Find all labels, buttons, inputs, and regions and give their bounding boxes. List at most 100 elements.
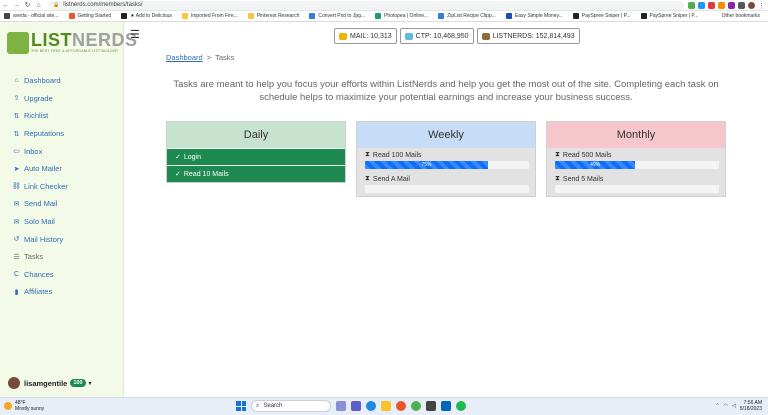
sidebar-item-send-mail[interactable]: ✉ Send Mail [12,195,68,213]
bookmark-label: Getting Started [77,13,112,19]
avatar [8,377,20,389]
windows-taskbar: 48°F Mostly sunny ⌕ Search ⌃ ◠ ◁ 7:56 AM… [0,397,768,415]
bookmark-icon [247,13,254,19]
caret-down-icon[interactable]: ▾ [89,380,92,387]
profile-icon[interactable] [748,1,755,9]
stat-badge[interactable]: LISTNERDS: 152,814,493 [476,28,580,44]
file-explorer-icon[interactable] [381,401,391,411]
extension-icon[interactable] [718,1,725,9]
hourglass-icon: ⧗ [555,151,560,158]
taskbar-search[interactable]: ⌕ Search [251,400,331,412]
bookmark-icon [505,13,512,19]
taskbar-apps: ⌕ Search [236,400,466,412]
chevron-up-icon[interactable]: ⌃ [715,403,719,409]
sun-icon [4,402,12,410]
panel-title: Daily [167,122,345,148]
sidebar-item-upgrade[interactable]: ⇪ Upgrade [12,90,68,108]
listnerds-logo[interactable]: LISTNERDS THE BEST FREE & AFFORDABLE LIS… [7,30,137,56]
bookmark-item[interactable]: Imported From Fire... [181,13,238,19]
taskbar-search-placeholder: Search [263,403,283,409]
reload-icon[interactable]: ↻ [22,1,33,9]
home-icon: ⌂ [14,77,19,85]
windows-start-icon[interactable] [236,401,246,411]
extension-icon[interactable] [688,1,695,9]
task-label: Login [183,153,202,161]
sidebar-item-richlist[interactable]: ⇅ Richlist [12,107,68,125]
bookmark-item[interactable]: ZipList Recipe Clipp... [438,13,496,19]
user-name: lisamgentile [24,378,68,388]
weather-widget[interactable]: 48°F Mostly sunny [4,400,44,412]
bookmark-item[interactable]: Getting Started [68,13,112,19]
wifi-icon[interactable]: ◠ [724,403,728,409]
system-tray: ⌃ ◠ ◁ 7:56 AM 5/18/2023 [715,400,762,412]
sidebar-item-auto-mailer[interactable]: ➤ Auto Mailer [12,160,68,178]
spotify-icon[interactable] [456,401,466,411]
extension-icon[interactable] [698,1,705,9]
puzzle-icon[interactable] [738,1,745,9]
check-icon: ✓ [175,171,181,178]
task-label: Read 10 Mails [183,170,229,178]
user-menu[interactable]: lisamgentile 100 ▾ [8,377,92,389]
sidebar-item-solo-mail[interactable]: ✉ Solo Mail [12,213,68,231]
bookmark-icon [68,13,75,19]
sidebar-item-label: Auto Mailer [24,164,62,174]
store-icon[interactable] [426,401,436,411]
sidebar-item-label: Reputations [24,129,65,139]
weather-desc: Mostly sunny [15,406,45,412]
lock-icon: 🔒 [53,2,60,8]
sidebar-item-mail-history[interactable]: ↺ Mail History [12,230,68,248]
firefox-icon[interactable] [396,401,406,411]
sidebar-item-label: Inbox [24,146,43,156]
sidebar-item-label: Send Mail [24,199,58,209]
sidebar-item-inbox[interactable]: ▭ Inbox [12,142,68,160]
home-browser-icon[interactable]: ⌂ [33,2,44,9]
user-level-badge: 100 [70,379,86,387]
taskview-icon[interactable] [336,401,346,411]
breadcrumb-dashboard-link[interactable]: Dashboard [166,53,203,62]
hamburger-menu-icon[interactable]: ☰ [130,28,140,41]
url-field[interactable]: 🔒 listnerds.com/members/tasks/ [48,0,684,10]
sidebar-item-dashboard[interactable]: ⌂ Dashboard [12,72,68,90]
task-item: ⧗ Send A Mail [357,172,535,196]
clock[interactable]: 7:56 AM 5/18/2023 [740,400,762,412]
stat-badge[interactable]: CTP: 10,468,950 [399,28,474,44]
sidebar-item-label: Dashboard [24,76,61,86]
sidebar-item-reputations[interactable]: ⇅ Reputations [12,125,68,143]
bookmark-item[interactable]: Convert Pxd to Jpg... [309,13,365,19]
bookmark-item[interactable]: Pinterest Research [247,13,299,19]
other-bookmarks[interactable]: Other bookmarks [722,13,760,19]
stat-badge[interactable]: MAIL: 10,313 [334,28,397,44]
bookmark-item[interactable]: PaySpree Sniper | P... [640,13,698,19]
extension-icon[interactable] [708,1,715,9]
volume-icon[interactable]: ◁ [732,403,736,409]
coin-icon [339,32,347,40]
sidebar-item-label: Richlist [24,111,49,121]
bookmark-item[interactable]: Easy Simple Money... [505,13,563,19]
mail-app-icon[interactable] [441,401,451,411]
extension-icon[interactable] [728,1,735,9]
check-icon: ✓ [175,154,181,161]
hourglass-icon: ⧗ [365,175,370,182]
more-menu-icon[interactable]: ⋮ [758,2,765,10]
sidebar-item-tasks[interactable]: ☰ Tasks [12,248,68,266]
edge-icon[interactable] [366,401,376,411]
task-item: ✓ Login [167,148,345,165]
chrome-icon[interactable] [411,401,421,411]
extension-icons: ⋮ [688,1,768,10]
bookmark-item[interactable]: Photopea | Online... [375,13,428,19]
upgrade-icon: ⇪ [13,95,20,103]
back-icon[interactable]: ← [0,2,11,9]
tasks-icon: ☰ [13,253,20,261]
teams-icon[interactable] [351,401,361,411]
forward-icon[interactable]: → [11,2,22,9]
sidebar-item-chances[interactable]: C Chances [12,266,68,284]
task-progress-bar [555,185,719,193]
sidebar: LISTNERDS THE BEST FREE & AFFORDABLE LIS… [0,22,137,397]
sidebar-item-affiliates[interactable]: ▮ Affiliates [12,283,68,301]
bookmark-icon [309,13,316,19]
bookmark-item[interactable]: PaySpree Sniper | P... [572,13,631,19]
logo-text: LISTNERDS [31,30,138,50]
sidebar-item-link-checker[interactable]: ⛓ Link Checker [12,178,68,196]
bookmark-item[interactable]: aveda - official site... [4,13,59,19]
bookmark-item[interactable]: ★ Add to Delicious [121,13,172,19]
